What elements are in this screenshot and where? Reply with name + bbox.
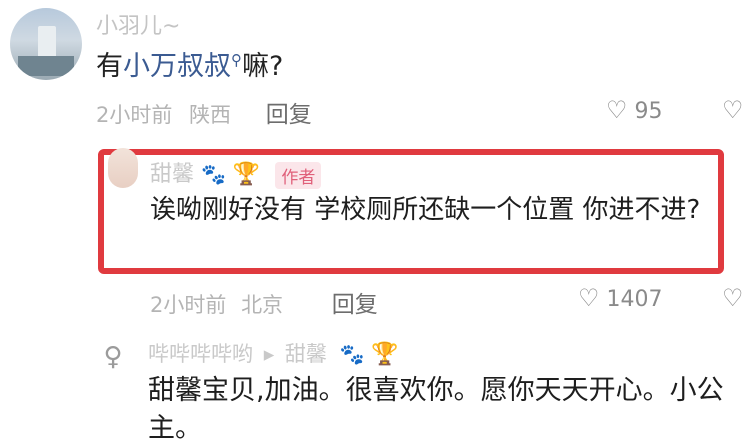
trophy-icon: 🏆 (232, 162, 261, 187)
reply-time: 2小时前 (150, 293, 227, 317)
broken-heart-icon[interactable]: ♡ (722, 96, 744, 124)
sub-reply-username[interactable]: 哔哔哔哔哟 (148, 342, 253, 366)
reply-header: 甜馨 🐾 🏆 作者 (150, 156, 322, 189)
sub-reply-header: 哔哔哔哔哟 ▸ 甜馨 🐾 🏆 (148, 338, 399, 368)
reply-location: 北京 (241, 293, 284, 317)
sub-reply-target[interactable]: 甜馨 (285, 342, 327, 366)
reply-username[interactable]: 甜馨 (150, 162, 194, 187)
paw-icon: 🐾 (339, 342, 365, 366)
broken-heart-icon[interactable]: ♡ (722, 284, 744, 312)
search-icon[interactable]: ⚲ (231, 51, 242, 69)
comment-text-prefix: 有 (96, 51, 123, 82)
avatar[interactable]: ♀ (100, 340, 126, 374)
comment-location: 陕西 (189, 103, 232, 127)
comment-time: 2小时前 (96, 103, 173, 127)
like-count: 95 (634, 99, 663, 124)
comment-text: 有小万叔叔⚲嘛? (96, 44, 283, 83)
reply-button[interactable]: 回复 (332, 292, 378, 318)
comment-username[interactable]: 小羽儿~ (96, 8, 180, 40)
avatar[interactable] (10, 8, 82, 80)
avatar[interactable] (108, 148, 138, 188)
mention-link[interactable]: 小万叔叔 (123, 51, 231, 82)
trophy-icon: 🏆 (371, 342, 399, 367)
like-count: 1407 (606, 287, 663, 312)
heart-outline-icon: ♡ (578, 284, 600, 312)
reply-meta: 2小时前 北京 回复 (150, 285, 378, 319)
comment-thread: 小羽儿~ 有小万叔叔⚲嘛? 2小时前 陕西 回复 ♡ 95 ♡ 甜馨 🐾 🏆 作… (0, 0, 750, 447)
paw-icon: 🐾 (201, 162, 226, 186)
comment-text-suffix: 嘛? (242, 51, 284, 82)
author-badge: 作者 (275, 161, 322, 189)
reply-arrow-icon: ▸ (263, 342, 275, 366)
sub-reply-text: 甜馨宝贝,加油。很喜欢你。愿你天天开心。小公主。 (148, 375, 724, 444)
comment-meta: 2小时前 陕西 回复 (96, 95, 312, 129)
heart-outline-icon: ♡ (606, 96, 628, 124)
reply-text: 诶呦刚好没有 学校厕所还缺一个位置 你进不进? (150, 195, 701, 225)
reply-button[interactable]: 回复 (266, 102, 312, 128)
like-button[interactable]: ♡ 95 (606, 96, 663, 124)
like-button[interactable]: ♡ 1407 (578, 284, 663, 312)
